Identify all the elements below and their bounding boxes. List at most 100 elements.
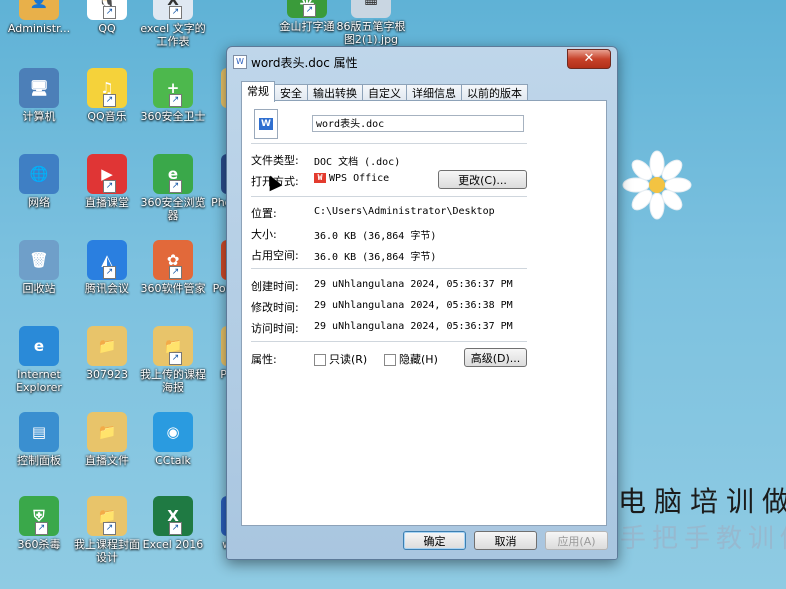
desktop-icon-label: 控制面板 (17, 454, 61, 467)
app-icon: 📁 (87, 412, 127, 452)
accessed-value: 29 uNhlangulana 2024, 05:36:37 PM (314, 321, 513, 332)
shortcut-arrow-icon: ↗ (103, 6, 116, 19)
desktop-icon[interactable]: 🗑 回收站 (4, 240, 74, 295)
desktop-icon-label: 我上课程封面设计 (74, 538, 140, 564)
app-icon: 🗑 (19, 240, 59, 280)
app-icon: e (19, 326, 59, 366)
desktop-icon[interactable]: ♫ ↗ QQ音乐 (72, 68, 142, 123)
shortcut-arrow-icon: ↗ (169, 522, 182, 535)
change-button[interactable]: 更改(C)... (438, 170, 527, 189)
readonly-label: 只读(R) (329, 353, 368, 366)
file-type-label: 文件类型: (251, 154, 299, 167)
divider (251, 196, 527, 197)
desktop-icon[interactable]: ◭ ↗ 腾讯会议 (72, 240, 142, 295)
shortcut-arrow-icon: ↗ (35, 522, 48, 535)
app-icon: 👤 (19, 0, 59, 20)
flower-decoration (622, 150, 692, 220)
desktop-icon[interactable]: ▤ 控制面板 (4, 412, 74, 467)
desktop-icon-label: QQ (98, 22, 116, 35)
desktop-icon-label: Excel 2016 (142, 538, 204, 551)
desktop-icon[interactable]: 金↗金山打字通 (272, 0, 342, 33)
app-icon: ▤ (19, 412, 59, 452)
dialog-titlebar[interactable]: W word表头.doc 属性 ✕ (227, 47, 617, 75)
desktop-icon[interactable]: X↗excel 文字的工作表 (138, 0, 208, 48)
modified-label: 修改时间: (251, 301, 299, 314)
desktop-icon[interactable]: ◉ CCtalk (138, 412, 208, 467)
desktop-icon[interactable]: 👤 Administr... (4, 0, 74, 35)
desktop-icon-label: 307923 (86, 368, 128, 381)
desktop-icon-label: 网络 (28, 196, 50, 209)
ok-button[interactable]: 确定 (403, 531, 466, 550)
desktop-icon-label: Internet Explorer (16, 368, 62, 394)
attributes-label: 属性: (251, 353, 277, 366)
shortcut-arrow-icon: ↗ (103, 94, 116, 107)
size-label: 大小: (251, 228, 277, 241)
general-tab-panel: W word表头.doc 文件类型: DOC 文档 (.doc) 打开方式: W… (241, 100, 607, 526)
shortcut-arrow-icon: ↗ (103, 266, 116, 279)
tab-general[interactable]: 常规 (241, 81, 275, 102)
readonly-checkbox[interactable] (314, 354, 326, 366)
desktop-icon[interactable]: ✿ ↗ 360软件管家 (138, 240, 208, 295)
desktop-icon-label: 360软件管家 (140, 282, 206, 295)
hidden-checkbox-row[interactable]: 隐藏(H) (384, 351, 438, 367)
shortcut-arrow-icon: ↗ (103, 522, 116, 535)
watermark-text: 电脑培训做 (618, 485, 786, 518)
file-name-field[interactable]: word表头.doc (312, 115, 524, 132)
desktop-icon-label: 金山打字通 (279, 20, 335, 33)
word-file-icon: W (254, 109, 278, 139)
created-value: 29 uNhlangulana 2024, 05:36:37 PM (314, 279, 513, 290)
desktop-icon-label: 360安全卫士 (140, 110, 206, 123)
open-with-value: WPS Office (329, 173, 390, 184)
hidden-checkbox[interactable] (384, 354, 396, 366)
app-icon: 🌐 (19, 154, 59, 194)
file-type-value: DOC 文档 (.doc) (314, 157, 401, 168)
location-value: C:\Users\Administrator\Desktop (314, 206, 495, 217)
close-button[interactable]: ✕ (567, 49, 611, 69)
desktop-icon-label: 回收站 (22, 282, 56, 295)
divider (251, 341, 527, 342)
advanced-button[interactable]: 高级(D)... (464, 348, 527, 367)
desktop-icon[interactable]: 🐧↗QQ (72, 0, 142, 35)
desktop-icon[interactable]: e ↗ 360安全浏览器 (138, 154, 208, 222)
apply-button[interactable]: 应用(A) (545, 531, 608, 550)
desktop-icon[interactable]: + ↗ 360安全卫士 (138, 68, 208, 123)
app-icon: ◉ (153, 412, 193, 452)
shortcut-arrow-icon: ↗ (169, 6, 182, 19)
desktop-icon[interactable]: 🌐 网络 (4, 154, 74, 209)
dialog-title: word表头.doc 属性 (251, 56, 358, 70)
divider (251, 143, 527, 144)
shortcut-arrow-icon: ↗ (303, 4, 316, 17)
desktop-icon-label: 360安全浏览器 (140, 196, 206, 222)
app-icon: 🖥 (19, 68, 59, 108)
desktop-icon[interactable]: 📁 ↗ 我上传的课程海报 (138, 326, 208, 394)
desktop-icon[interactable]: ⛨ ↗ 360杀毒 (4, 496, 74, 551)
desktop-icon-label: CCtalk (155, 454, 191, 467)
desktop-icon-label: 计算机 (22, 110, 56, 123)
hidden-label: 隐藏(H) (399, 353, 438, 366)
desktop-icon[interactable]: e Internet Explorer (4, 326, 74, 394)
size-on-disk-value: 36.0 KB (36,864 字节) (314, 252, 437, 263)
shortcut-arrow-icon: ↗ (169, 352, 182, 365)
wps-logo-icon: W (314, 173, 326, 183)
shortcut-arrow-icon: ↗ (169, 180, 182, 193)
shortcut-arrow-icon: ↗ (103, 180, 116, 193)
desktop-icon[interactable]: 📁 ↗ 我上课程封面设计 (72, 496, 142, 564)
desktop-icon-label: QQ音乐 (87, 110, 127, 123)
desktop-icon-label: 360杀毒 (17, 538, 61, 551)
desktop-icon[interactable]: ▦ 86版五笔字根图2(1).jpg (336, 0, 406, 46)
desktop-icon-label: Administr... (7, 22, 71, 35)
modified-value: 29 uNhlangulana 2024, 05:36:38 PM (314, 300, 513, 311)
cancel-button[interactable]: 取消 (474, 531, 537, 550)
desktop-icon[interactable]: 📁 直播文件 (72, 412, 142, 467)
desktop-icon-label: 直播文件 (85, 454, 129, 467)
desktop-icon[interactable]: 📁 307923 (72, 326, 142, 381)
desktop-icon-label: 86版五笔字根图2(1).jpg (336, 20, 406, 46)
size-on-disk-label: 占用空间: (251, 249, 299, 262)
desktop-icon[interactable]: X ↗ Excel 2016 (138, 496, 208, 551)
created-label: 创建时间: (251, 280, 299, 293)
desktop-icon[interactable]: 🖥 计算机 (4, 68, 74, 123)
desktop-icon[interactable]: ▶ ↗ 直播课堂 (72, 154, 142, 209)
readonly-checkbox-row[interactable]: 只读(R) (314, 351, 367, 367)
location-label: 位置: (251, 207, 277, 220)
properties-dialog: W word表头.doc 属性 ✕ 常规 安全 输出转换 自定义 详细信息 以前… (226, 46, 618, 560)
